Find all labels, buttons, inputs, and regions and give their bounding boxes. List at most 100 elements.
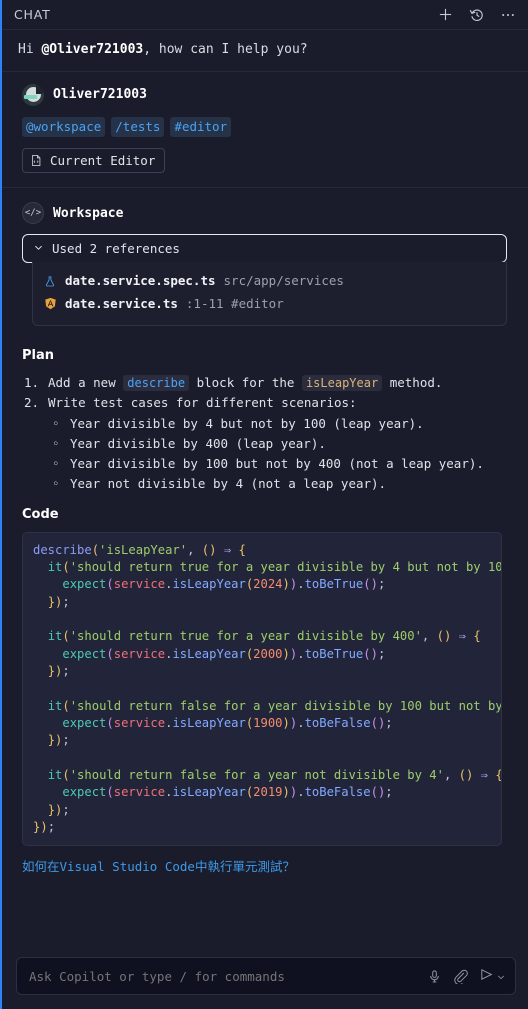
code-token: 'should return true for a year divisible… — [69, 629, 422, 644]
attach-icon[interactable] — [453, 969, 468, 984]
code-token: ; — [62, 594, 70, 609]
assistant-greeting: Hi @Oliver721003, how can I help you? — [2, 30, 528, 72]
avatar — [22, 83, 44, 106]
code-token: ⇒ — [480, 767, 488, 782]
reference-item[interactable]: date.service.ts :1-11 #editor — [43, 293, 496, 316]
code-block[interactable]: describe('isLeapYear', () ⇒ { it('should… — [22, 531, 502, 847]
current-editor-button[interactable]: Current Editor — [22, 148, 166, 174]
angular-icon — [43, 297, 57, 311]
code-token: { — [495, 768, 501, 782]
code-token: isLeapYear — [172, 646, 246, 661]
code-token: toBeTrue — [304, 577, 364, 592]
code-token: . — [297, 646, 305, 661]
more-actions-icon[interactable] — [499, 6, 516, 23]
code-token: ( — [106, 785, 114, 800]
reference-name: date.service.spec.ts — [65, 273, 216, 289]
code-token: it — [47, 629, 63, 644]
code-token: 2019 — [253, 785, 283, 800]
code-token: ) — [370, 646, 378, 661]
code-token: ( — [363, 577, 371, 592]
chip-editor[interactable]: #editor — [170, 116, 232, 138]
code-token: . — [297, 715, 305, 730]
code-token: service — [113, 646, 166, 661]
code-token: ) — [282, 785, 290, 800]
code-token: { — [473, 629, 481, 644]
code-token: ( — [106, 715, 114, 730]
prompt-chips: @workspace /tests #editor — [22, 116, 514, 138]
code-token: } — [47, 733, 56, 748]
new-chat-icon[interactable] — [437, 6, 454, 23]
code-token: { — [238, 542, 246, 557]
greeting-suffix: , how can I help you? — [143, 42, 308, 57]
code-token: ( — [363, 646, 371, 661]
code-token: ) — [282, 577, 290, 592]
used-references-toggle[interactable]: Used 2 references — [22, 234, 507, 264]
code-token: service — [113, 577, 166, 592]
code-token: isLeapYear — [172, 785, 246, 800]
send-button[interactable] — [479, 967, 506, 986]
reference-item[interactable]: date.service.spec.ts src/app/services — [43, 270, 496, 293]
code-token: expect — [62, 646, 107, 661]
code-token: toBeFalse — [304, 785, 371, 800]
plan-list: Add a new describe block for the isLeapY… — [22, 373, 514, 495]
code-token: 'should return false for a year not divi… — [69, 767, 444, 782]
code-token: ; — [47, 819, 56, 834]
code-token: expect — [62, 577, 107, 592]
workspace-header: </> Workspace — [22, 202, 514, 225]
code-token: toBeTrue — [304, 646, 364, 661]
chevron-down-icon — [33, 241, 44, 256]
workspace-label: Workspace — [53, 205, 124, 221]
code-token: ( — [106, 577, 114, 592]
chat-input[interactable] — [29, 968, 427, 984]
chat-scroll-area[interactable]: Hi @Oliver721003, how can I help you? Ol… — [2, 30, 528, 957]
microphone-icon[interactable] — [427, 969, 442, 984]
chat-input-bar[interactable] — [16, 957, 516, 995]
user-header: Oliver721003 — [22, 83, 514, 106]
input-actions — [427, 967, 506, 986]
inline-code: isLeapYear — [301, 375, 383, 392]
history-icon[interactable] — [468, 6, 485, 23]
used-references-label: Used 2 references — [52, 241, 180, 257]
code-token: 'should return false for a year divisibl… — [69, 698, 501, 713]
header-actions — [437, 6, 516, 23]
followup-suggestion[interactable]: 如何在Visual Studio Code中執行單元測試？ — [2, 846, 528, 883]
code-token: ; — [377, 577, 386, 592]
code-token: ; — [62, 733, 70, 748]
reference-path: :1-11 #editor — [185, 295, 284, 311]
code-token: ; — [377, 646, 386, 661]
code-token: , — [421, 629, 437, 644]
code-token: it — [47, 560, 63, 575]
code-token: } — [47, 594, 56, 609]
send-icon — [479, 967, 494, 986]
code-token: describe — [33, 542, 92, 557]
code-token: ( — [106, 646, 114, 661]
code-token: ) — [370, 577, 378, 592]
plan-subitem: Year divisible by 4 but not by 100 (leap… — [48, 414, 514, 435]
code-token: isLeapYear — [172, 715, 246, 730]
code-token: ( — [62, 629, 70, 644]
references-list: date.service.spec.ts src/app/services da… — [32, 262, 507, 327]
code-token: ⇒ — [458, 629, 466, 644]
code-token: ) — [282, 715, 290, 730]
beaker-icon — [43, 274, 57, 288]
chip-workspace[interactable]: @workspace — [22, 116, 106, 138]
plan-subitem: Year divisible by 100 but not by 400 (no… — [48, 454, 514, 475]
code-token: ( — [62, 560, 70, 575]
reference-name: date.service.ts — [65, 295, 178, 311]
code-token: 2000 — [253, 646, 283, 661]
code-token: ( — [91, 542, 100, 557]
input-area — [2, 957, 528, 1009]
chip-tests[interactable]: /tests — [111, 116, 165, 138]
chat-header: CHAT — [2, 0, 528, 30]
code-token: ) — [40, 819, 48, 834]
page-title: CHAT — [14, 7, 51, 22]
